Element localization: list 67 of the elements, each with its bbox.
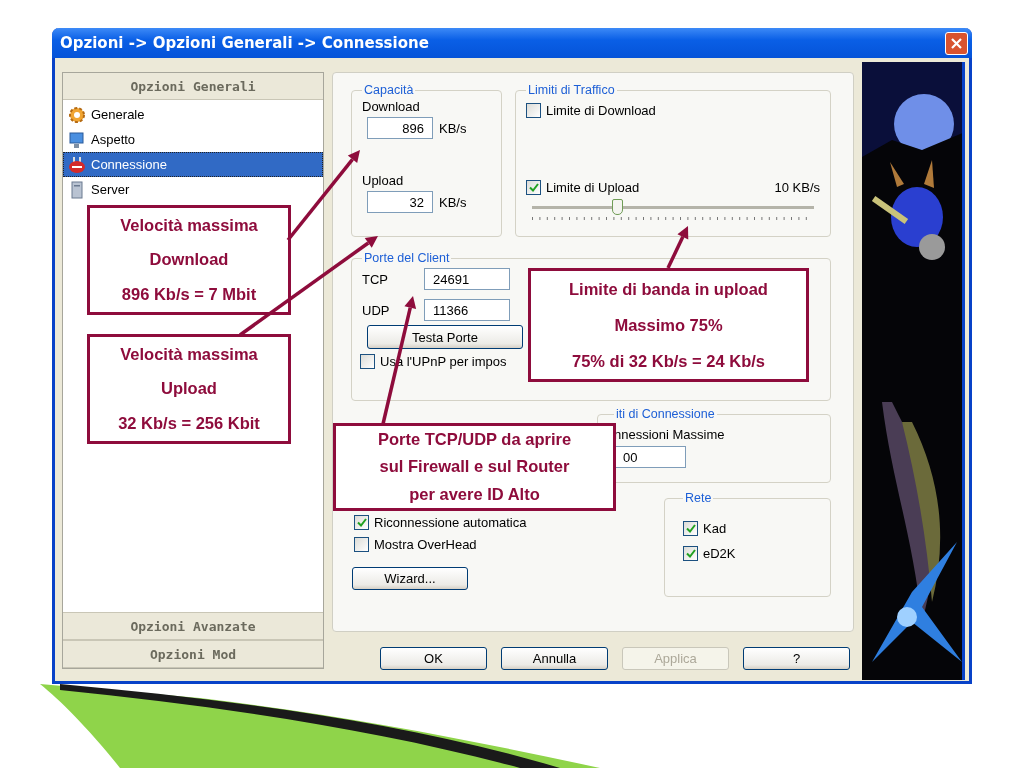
slider-reading: 10 KB/s [774, 180, 820, 195]
callout-text: Massimo 75% [614, 315, 723, 335]
field-label: Upload [362, 173, 405, 188]
gear-icon [68, 105, 86, 124]
test-ports-button[interactable]: Testa Porte [367, 325, 523, 349]
callout-text: Download [149, 250, 229, 270]
input-field[interactable]: 00 [614, 446, 686, 468]
sidebar-item[interactable]: Server [63, 177, 323, 202]
checkbox[interactable] [683, 521, 698, 536]
checkbox[interactable] [360, 354, 375, 369]
callout-text: Upload [161, 379, 217, 399]
input-field[interactable]: 32 [367, 191, 433, 213]
callout-text: per avere ID Alto [409, 484, 540, 504]
sidebar-item-label: Aspetto [91, 132, 136, 147]
group-title: Capacità [363, 83, 415, 97]
callout-text: Velocità massima [120, 344, 258, 364]
group-title: Limiti di Traffico [527, 83, 616, 97]
group-title: Porte del Client [363, 251, 451, 265]
checkbox-label: Limite di Upload [546, 180, 640, 195]
field-label: Download [362, 99, 421, 114]
input-field[interactable]: 24691 [424, 268, 510, 290]
sidebar-section-header[interactable]: Opzioni Generali [63, 73, 323, 100]
callout-text: sul Firewall e sul Router [379, 457, 570, 477]
sidebar-item-label: Connessione [91, 157, 167, 172]
checkbox[interactable] [526, 103, 541, 118]
unit-label: KB/s [439, 120, 467, 136]
sidebar-item[interactable]: Generale [63, 102, 323, 127]
checkbox[interactable] [683, 546, 698, 561]
checkbox-label: eD2K [703, 546, 736, 561]
field-label: TCP [362, 271, 389, 287]
checkbox-label: Riconnessione automatica [374, 515, 527, 530]
wizard-button[interactable]: Wizard... [352, 567, 468, 590]
callout-text: 32 Kb/s = 256 Kbit [118, 414, 260, 434]
sidebar-item[interactable]: Connessione [63, 152, 323, 177]
sidebar-item-label: Generale [91, 107, 145, 122]
slider-thumb[interactable] [611, 199, 623, 215]
checkbox-label: Kad [703, 521, 727, 536]
sidebar-item[interactable]: Aspetto [63, 127, 323, 152]
plug-icon [68, 155, 86, 174]
checkbox[interactable] [354, 515, 369, 530]
unit-label: KB/s [439, 194, 467, 210]
field-label: nnessioni Massime [614, 427, 726, 442]
checkbox-label: Limite di Download [546, 103, 656, 118]
callout-text: Velocità massima [120, 215, 258, 235]
server-icon [68, 180, 86, 199]
group-title: iti di Connessione [615, 407, 716, 421]
sidebar-section-header[interactable]: Opzioni Avanzate [63, 612, 323, 640]
monitor-icon [68, 130, 86, 149]
close-icon [951, 37, 962, 49]
window-title: Opzioni -> Opzioni Generali -> Connessione [60, 34, 429, 52]
callout-text: Limite di banda in upload [569, 279, 768, 299]
checkbox-label: Mostra OverHead [374, 537, 477, 552]
callout-text: 896 Kb/s = 7 Mbit [121, 285, 257, 305]
dialog-button[interactable]: ? [743, 647, 850, 670]
sidebar-section-header[interactable]: Opzioni Mod [63, 640, 323, 668]
field-label: UDP [362, 302, 391, 318]
input-field[interactable]: 896 [367, 117, 433, 139]
close-button[interactable] [945, 31, 968, 55]
checkbox[interactable] [354, 537, 369, 552]
group-title: Rete [684, 491, 713, 505]
dialog-button[interactable]: Annulla [501, 647, 608, 670]
sidebar-item-label: Server [91, 182, 130, 197]
dialog-button[interactable]: OK [380, 647, 487, 670]
input-field[interactable]: 11366 [424, 299, 510, 321]
callout-text: Porte TCP/UDP da aprire [377, 430, 572, 450]
callout-text: 75% di 32 Kb/s = 24 Kb/s [571, 351, 765, 371]
checkbox[interactable] [526, 180, 541, 195]
